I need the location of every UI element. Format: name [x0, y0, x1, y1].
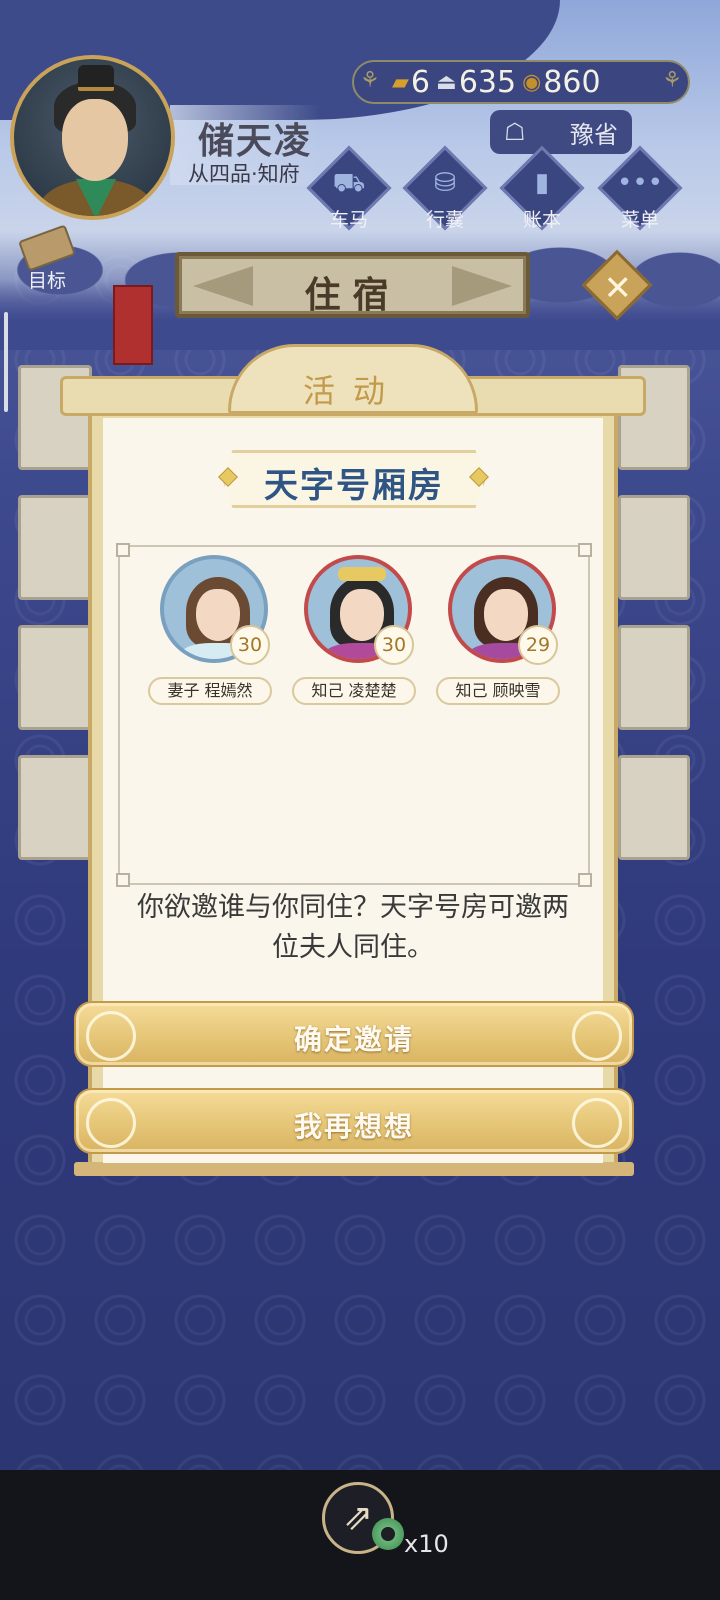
menu-button[interactable]: ••• 菜单	[595, 145, 685, 240]
room-card	[618, 495, 690, 600]
bag-icon: ⛁	[434, 168, 456, 198]
bag-label: 行囊	[425, 209, 464, 231]
close-icon: ✕	[603, 268, 632, 309]
carriage-icon: ⛟	[332, 168, 366, 198]
goal-button[interactable]: 目标	[10, 224, 90, 298]
confirm-invite-label: 确定邀请	[293, 1023, 414, 1056]
player-rank: 从四品·知府	[188, 162, 300, 186]
bag-button[interactable]: ⛁ 行囊	[400, 145, 490, 240]
silver-count: 635	[458, 64, 517, 100]
invite-prompt: 你欲邀谁与你同住？天字号房可邀两位夫人同住。	[137, 892, 569, 963]
goal-label: 目标	[28, 270, 67, 292]
guest-level-badge: 30	[230, 625, 270, 665]
gold-ingot-icon: ▰	[392, 69, 409, 95]
lamp-icon: ☖	[504, 118, 526, 146]
currency-bar: ⚘ ▰ 6 ⏏ 635 ◉ 860 ⚘	[352, 60, 690, 104]
player-name: 储天凌	[198, 121, 313, 162]
scroll-indicator	[4, 312, 8, 412]
room-name: 天字号厢房	[264, 466, 444, 506]
red-banner-decoration	[113, 285, 153, 365]
silver-ingot-icon: ⏏	[436, 69, 457, 95]
page-title: 住宿	[304, 275, 401, 316]
guest-level-badge: 29	[518, 625, 558, 665]
reconsider-label: 我再想想	[293, 1110, 414, 1143]
share-reward-count: x10	[404, 1530, 449, 1558]
menu-label: 菜单	[620, 209, 659, 231]
jade-token-icon	[372, 1518, 404, 1550]
guest-option-confidant-1[interactable]: 30 知己 凌楚楚	[292, 555, 426, 705]
scroll-icon	[18, 224, 76, 272]
modal-title: 活动	[302, 372, 403, 410]
ledger-icon: ▮	[534, 168, 550, 198]
copper-coin-icon: ◉	[522, 69, 542, 95]
location-label: 豫省	[570, 120, 618, 149]
room-card	[18, 625, 92, 730]
carriage-button[interactable]: ⛟ 车马	[304, 145, 394, 240]
modal-frame-bottom	[74, 1162, 634, 1176]
guest-name-tag: 妻子 程嫣然	[148, 677, 272, 705]
room-card	[18, 755, 92, 860]
coin-count: 860	[543, 64, 601, 100]
player-avatar[interactable]	[10, 55, 175, 220]
bamboo-icon: ⚘	[360, 68, 380, 93]
room-card	[18, 495, 92, 600]
reconsider-button[interactable]: 我再想想	[74, 1088, 634, 1154]
room-card	[618, 755, 690, 860]
carriage-label: 车马	[329, 209, 368, 231]
guest-name-tag: 知己 顾映雪	[436, 677, 560, 705]
guest-level-badge: 30	[374, 625, 414, 665]
location-button[interactable]: ☖ 豫省	[490, 110, 632, 154]
ledger-label: 账本	[522, 209, 561, 231]
ledger-button[interactable]: ▮ 账本	[497, 145, 587, 240]
more-icon: •••	[616, 168, 663, 198]
guest-option-confidant-2[interactable]: 29 知己 顾映雪	[436, 555, 570, 705]
guest-option-wife[interactable]: 30 妻子 程嫣然	[148, 555, 282, 705]
confirm-invite-button[interactable]: 确定邀请	[74, 1001, 634, 1067]
guest-name-tag: 知己 凌楚楚	[292, 677, 416, 705]
bamboo-icon: ⚘	[662, 68, 682, 93]
gold-count: 6	[410, 64, 431, 100]
page-title-banner: 住宿	[175, 252, 530, 318]
room-card	[618, 625, 690, 730]
